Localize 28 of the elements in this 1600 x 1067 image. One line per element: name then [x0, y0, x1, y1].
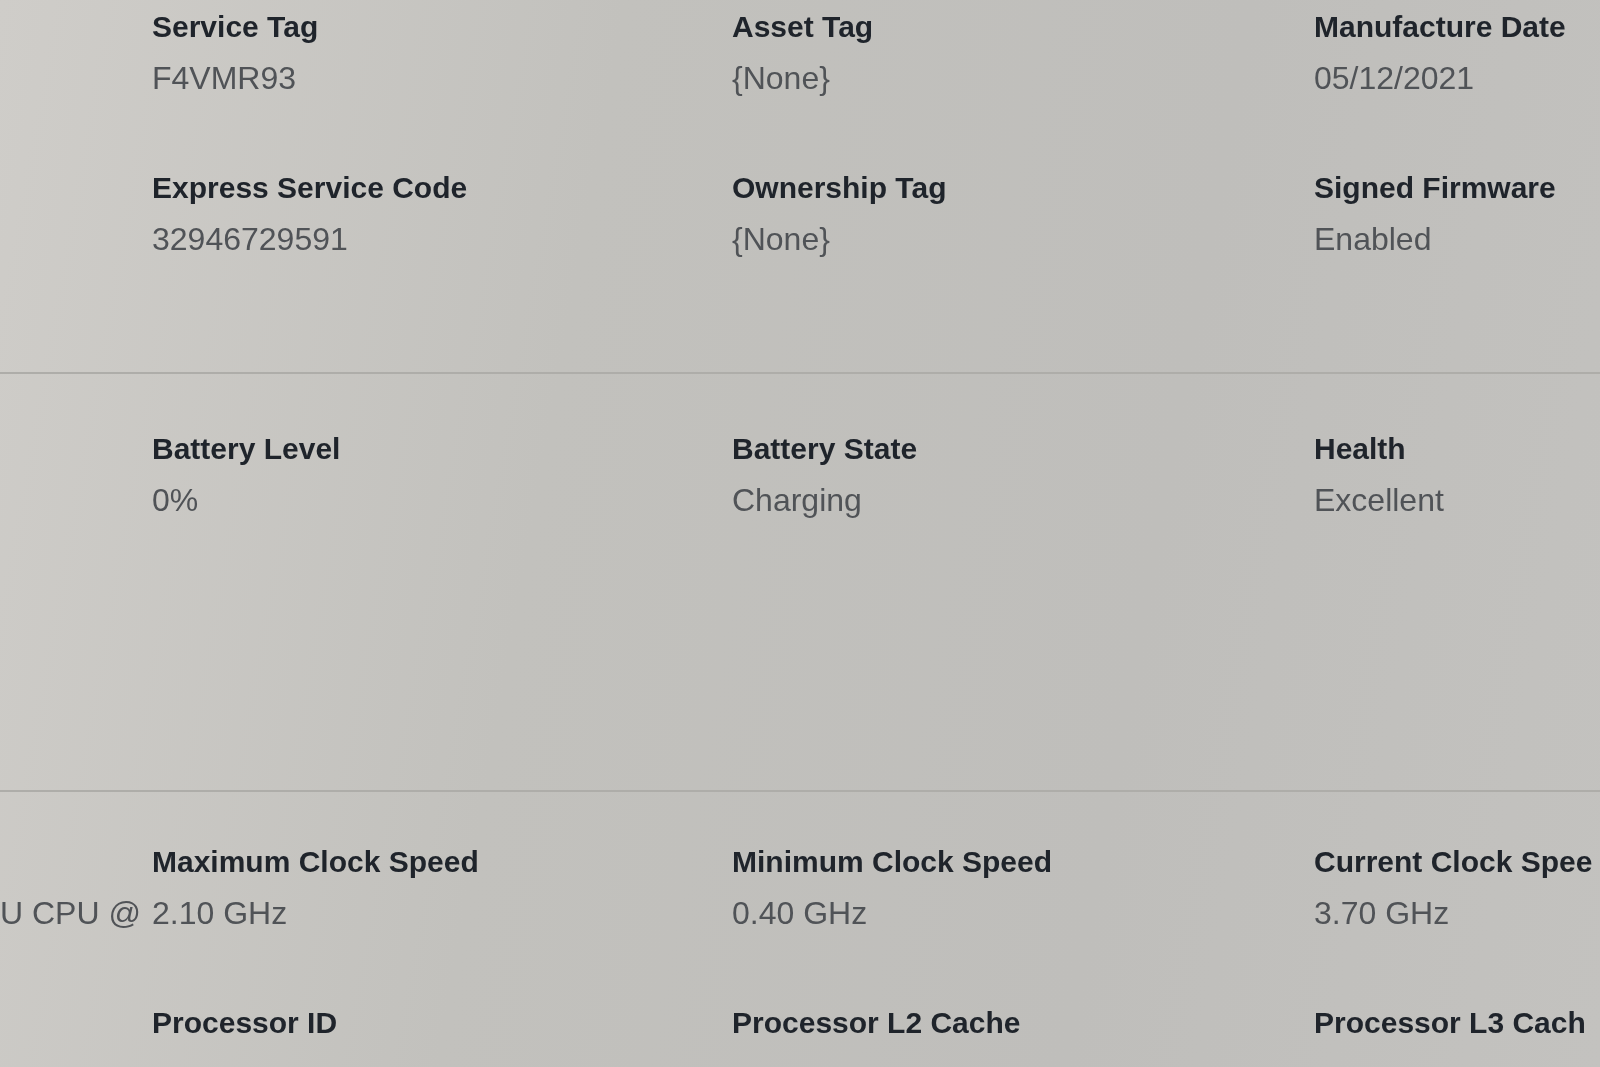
field-label: Processor L2 Cache — [732, 1005, 1021, 1041]
field-value: Excellent — [1314, 481, 1444, 520]
field-value: 0.40 GHz — [732, 894, 868, 933]
field-value: 2.10 GHz — [152, 894, 288, 933]
field-label: Battery State — [732, 431, 918, 467]
field-label: Maximum Clock Speed — [152, 844, 479, 880]
field-label: Current Clock Spee — [1314, 844, 1593, 880]
field-label: Express Service Code — [152, 170, 468, 206]
field-label: Manufacture Date — [1314, 9, 1566, 45]
field-value: 0% — [152, 481, 199, 520]
field-label: Battery Level — [152, 431, 341, 467]
field-label: Processor ID — [152, 1005, 338, 1041]
field-value: 05/12/2021 — [1314, 59, 1475, 98]
field-value: {None} — [732, 59, 830, 98]
field-value: Charging — [732, 481, 862, 520]
field-label: Processor L3 Cach — [1314, 1005, 1586, 1041]
field-value: U CPU @ — [0, 894, 141, 933]
field-label: Minimum Clock Speed — [732, 844, 1053, 880]
field-label: Ownership Tag — [732, 170, 947, 206]
field-value: 32946729591 — [152, 220, 348, 259]
field-value: {None} — [732, 220, 830, 259]
field-value: Enabled — [1314, 220, 1432, 259]
field-value: F4VMR93 — [152, 59, 297, 98]
field-label: Signed Firmware — [1314, 170, 1556, 206]
field-value: 3.70 GHz — [1314, 894, 1450, 933]
field-label: Health — [1314, 431, 1406, 467]
field-label: Asset Tag — [732, 9, 874, 45]
field-label: Service Tag — [152, 9, 319, 45]
